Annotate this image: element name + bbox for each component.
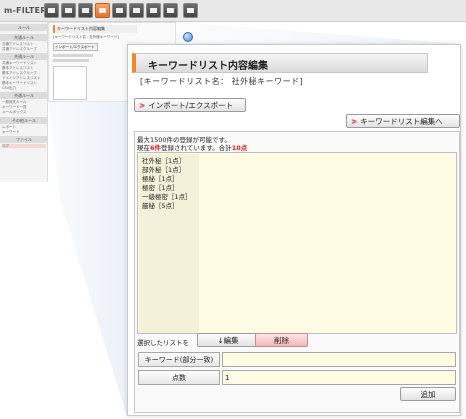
mail-icon[interactable] [44,3,59,18]
page-subtitle: [キーワードリスト名： 社外秘キーワード] [140,77,304,86]
count-value: 6件 [150,144,162,152]
document-icon[interactable] [95,3,110,18]
sidebar-item[interactable]: 基本アドレスグループ [2,71,46,75]
list-item[interactable]: 厳秘［5点］ [142,200,179,210]
app-logo: m-FILTER [4,6,47,15]
add-button[interactable]: 追加 [400,387,456,401]
edit-keyword-list-button[interactable]: > キーワードリスト編集へ [346,114,460,128]
sidebar-item[interactable]: 一般宛先ルール [2,100,46,104]
grid-icon[interactable] [78,3,93,18]
points-label: 点数 [138,370,220,385]
sidebar-section: 共通ルール [0,53,48,60]
sidebar-heading: ルール [0,24,48,31]
import-export-button[interactable]: > インポート/エクスポート [134,98,246,112]
delete-button[interactable]: 削除 [255,333,308,347]
filter-icon[interactable] [112,3,127,18]
sidebar-section: 共通ルール [0,92,48,99]
count-middle: 登録されています。合計 [161,144,232,152]
print-icon[interactable] [163,3,178,18]
chevron-right-icon: > [351,117,358,126]
sidebar-item[interactable]: 共通キーワードリスト [2,61,46,65]
sidebar-section: その他ルール [0,117,48,124]
count-info-text: 現在6件登録されています。合計10点 [137,142,247,152]
sidebar-item[interactable]: CSV出力 [2,86,46,90]
keyword-listbox[interactable]: 社外秘［1点］ 部外秘［1点］ 極秘［1点］ 極密［1点］ 一級極密［1点］ 厳… [137,152,457,334]
mini-subtitle: [キーワードリスト名 : 社外秘キーワード] [53,35,119,39]
sidebar-item[interactable]: ドメインアドレスリスト [2,76,46,80]
mini-import-button: インポート/エクスポート [53,43,98,51]
web-icon[interactable] [61,3,76,18]
sidebar-item[interactable]: 基本キーワードリスト [2,81,46,85]
keyword-label: キーワード(部分一致) [138,352,220,367]
sidebar-section: 共通ルール [0,34,48,41]
sidebar-item[interactable]: メールボックス [2,110,46,114]
sidebar-item[interactable]: キーワード一覧 [2,105,46,109]
sidebar-item[interactable]: 共通アドレスリスト [2,42,46,46]
count-prefix: 現在 [137,144,150,152]
sidebar-item[interactable]: 共通アドレスグループ [2,47,46,51]
points-input[interactable]: 1 [222,370,456,385]
globe-icon[interactable] [183,32,193,42]
sidebar-item[interactable]: レポート [2,125,46,129]
mini-keyword-list [53,66,87,100]
edit-button[interactable]: ↓編集 [197,333,259,347]
total-value: 10点 [231,144,248,152]
sidebar-item-selected[interactable]: ログ [2,144,46,148]
sidebar-item[interactable]: キーワード [2,130,46,134]
sidebar-item[interactable]: 基本アドレスリスト [2,66,46,70]
page-title: キーワードリスト内容編集 [148,61,268,72]
download-icon[interactable] [146,3,161,18]
settings-icon[interactable] [183,3,198,18]
import-export-label: インポート/エクスポート [148,101,234,110]
mini-title: キーワードリスト内容編集 [53,25,137,33]
sidebar: ルール 共通ルール 共通アドレスリスト 共通アドレスグループ 共通ルール 共通キ… [0,22,48,182]
sidebar-section: ファイル [0,136,48,143]
key-icon[interactable] [129,3,144,18]
keyword-input[interactable] [222,352,456,367]
selected-list-label: 選択したリストを [137,339,189,347]
chevron-right-icon: > [139,101,146,110]
edit-keyword-list-label: キーワードリスト編集へ [360,117,443,126]
